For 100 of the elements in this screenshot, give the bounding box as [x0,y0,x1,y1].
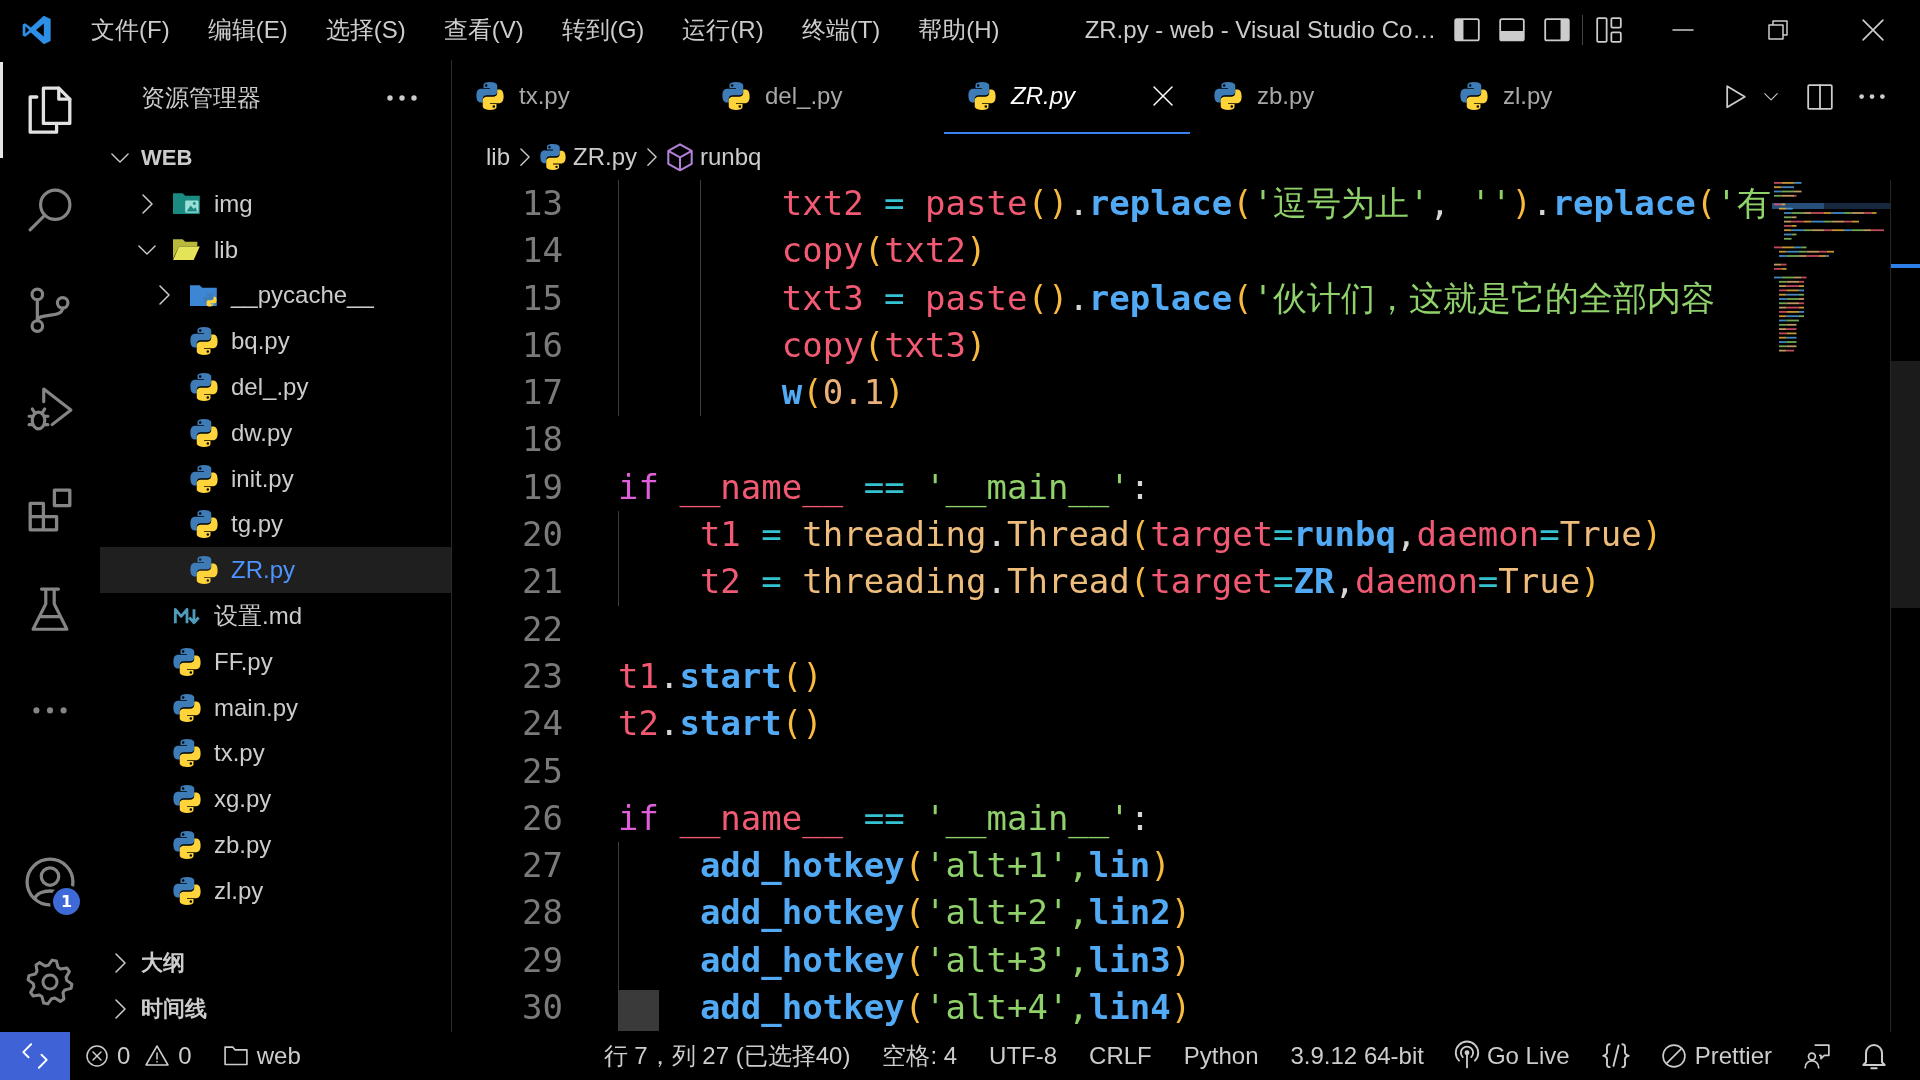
more-actions-icon[interactable] [387,94,417,101]
folder-icon [223,1046,248,1066]
chevron-down-icon[interactable] [1764,93,1778,101]
file-tree-item[interactable]: tg.py [100,501,451,548]
editor-tab[interactable]: tx.py [452,60,698,134]
menu-item[interactable]: 选择(S) [306,8,425,52]
menu-item[interactable]: 查看(V) [424,8,543,52]
folder-tree-item[interactable]: img [100,181,451,227]
flask-icon[interactable] [31,586,69,634]
menu-item[interactable]: 帮助(H) [899,8,1019,52]
folder-tree-item[interactable]: __pycache__ [100,272,451,319]
braces-icon[interactable] [1601,1043,1630,1069]
remote-icon [22,1043,48,1069]
file-tree-item[interactable]: ZR.py [100,547,451,594]
line-number: 20 [521,513,563,557]
python-file-icon [173,647,201,676]
branch-icon[interactable] [31,286,69,334]
line-number: 30 [521,986,563,1030]
file-tree-item[interactable]: zb.py [100,822,451,868]
line-number: 18 [521,418,563,462]
status-bar-item[interactable]: 3.9.12 64-bit [1274,1032,1440,1080]
file-tree-item[interactable]: del_.py [100,364,451,410]
menu-item[interactable]: 转到(G) [542,8,664,52]
line-number: 23 [521,654,563,698]
scrollbar-thumb[interactable] [1891,361,1920,608]
breadcrumb-item[interactable]: runbq [667,142,762,172]
python-file-icon [190,464,218,493]
python-file-icon [1214,82,1242,110]
section-header[interactable]: WEB [100,135,451,181]
status-bar-item[interactable]: Python [1167,1032,1275,1080]
problems-button[interactable]: 0 0 [70,1032,208,1080]
open-folder-icon [173,238,201,262]
breadcrumb-item[interactable]: lib [486,143,510,171]
extensions-icon[interactable] [28,488,72,532]
status-bar-item[interactable]: UTF-8 [973,1032,1074,1080]
menu-item[interactable]: 运行(R) [663,8,783,52]
section-header[interactable]: 大纲 [100,940,451,986]
close-icon[interactable] [1861,19,1884,41]
folder-button[interactable]: web [207,1032,317,1080]
file-tree-item[interactable]: xg.py [100,776,451,823]
menu-item[interactable]: 文件(F) [72,8,189,52]
editor-tab[interactable]: del_.py [698,60,944,134]
status-bar-item[interactable]: 空格: 4 [866,1032,974,1080]
line-number: 24 [521,702,563,746]
python-file-icon [173,876,201,905]
folder-tree-item[interactable]: lib [100,226,451,273]
menu-item[interactable]: 终端(T) [782,8,900,52]
line-number: 28 [521,891,563,935]
python-file-icon [190,510,218,539]
minimize-icon[interactable] [1671,29,1694,31]
restore-icon[interactable] [1767,20,1788,40]
more-actions-icon[interactable] [1859,94,1885,100]
python-file-icon [968,82,996,110]
play-icon[interactable] [1726,85,1746,109]
status-bar-item[interactable]: 行 7，列 27 (已选择40) [587,1032,867,1080]
play-bug-icon[interactable] [27,387,73,433]
file-tree-item[interactable]: tx.py [100,730,451,777]
go-live-button[interactable]: Go Live [1439,1032,1586,1080]
bottom-panel-layout-icon[interactable] [1498,18,1525,42]
editor-tab[interactable]: zl.py [1436,60,1682,134]
app-logo-icon [22,15,52,45]
file-tree-item[interactable]: main.py [100,684,451,731]
python-file-icon [476,82,504,110]
status-bar-item[interactable]: CRLF [1073,1032,1168,1080]
section-header[interactable]: 时间线 [100,986,451,1032]
file-tree-item[interactable]: 设置.md [100,593,451,639]
grid-layout-icon[interactable] [1595,17,1622,43]
code-line: t2.start() [618,702,823,746]
feedback-icon[interactable] [1804,1043,1830,1069]
editor-tab[interactable]: zb.py [1190,60,1436,134]
bell-icon[interactable] [1862,1041,1886,1071]
right-panel-layout-icon[interactable] [1543,18,1570,42]
line-number: 14 [521,229,563,273]
left-panel-layout-icon[interactable] [1453,18,1480,42]
file-tree-item[interactable]: init.py [100,455,451,502]
split-view-icon[interactable] [1807,84,1833,110]
file-tree-item[interactable]: bq.py [100,318,451,365]
python-folder-icon [190,283,218,308]
search-icon[interactable] [28,188,72,232]
more-icon[interactable] [33,706,67,714]
file-tree-item[interactable]: FF.py [100,638,451,685]
file-tree-item[interactable]: zl.py [100,867,451,914]
line-number: 19 [521,465,563,509]
files-icon[interactable] [28,85,72,135]
menu-item[interactable]: 编辑(E) [188,8,307,52]
image-folder-icon [173,192,201,216]
file-tree-item[interactable]: dw.py [100,410,451,456]
python-file-icon [173,693,201,722]
settings-icon[interactable] [27,959,73,1005]
notification-badge: 1 [53,888,80,915]
code-line: t1.start() [618,654,823,698]
remote-button[interactable] [0,1032,70,1080]
breadcrumb-item[interactable]: ZR.py [540,143,638,171]
line-number: 21 [521,560,563,604]
python-file-icon [173,785,201,814]
chevron-right-icon [520,147,530,167]
editor-tab[interactable]: ZR.py [944,60,1190,134]
formatter-button[interactable]: Prettier [1645,1032,1788,1080]
error-icon [86,1045,108,1067]
line-number: 17 [521,371,563,415]
